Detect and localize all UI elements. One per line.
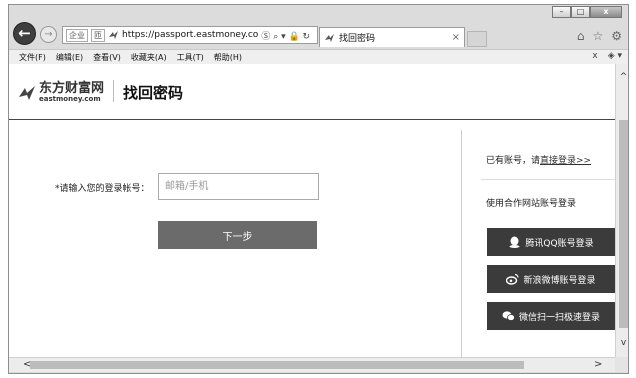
qq-login-label: 腾讯QQ账号登录 [525,238,594,249]
navigation-bar: ← → 企业 匝 https://passport.eastmoney.co Ⓢ… [9,19,628,49]
vertical-scrollbar[interactable]: ^ v [615,64,628,357]
address-bar[interactable]: 企业 匝 https://passport.eastmoney.co Ⓢ ⌕ ▾… [62,26,318,44]
sidebar-separator [481,179,615,180]
minimize-button[interactable]: – [552,6,571,18]
back-button[interactable]: ← [13,22,36,45]
scroll-corner [615,357,628,372]
tab-close-icon[interactable]: × [452,32,460,43]
compat-view-icon[interactable]: 匝 [91,28,105,42]
settings-gear-icon[interactable]: ⚙ [611,29,622,43]
wechat-icon [502,311,515,321]
close-window-button[interactable]: x [590,6,622,18]
home-icon[interactable]: ⌂ [577,29,585,43]
site-logo[interactable]: 东方财富网 eastmoney.com [18,82,104,103]
wechat-login-button[interactable]: 微信扫一扫极速登录 [487,302,615,330]
vertical-scroll-thumb[interactable] [619,120,628,328]
page-header: 东方财富网 eastmoney.com 找回密码 [9,64,615,120]
tab-favicon-icon [325,33,334,42]
close-menu-icon[interactable]: x [592,51,597,61]
browser-window: – □ x ← → 企业 匝 https://passport.eastmone… [8,4,629,374]
scroll-down-icon[interactable]: v [616,338,628,348]
scroll-right-icon[interactable]: > [594,358,602,372]
have-account-text: 已有账号，请直接登录>> [486,153,591,166]
window-controls: – □ x [552,6,622,18]
logo-domain: eastmoney.com [39,95,101,103]
weibo-icon [506,273,520,285]
logo-mark-icon [19,85,35,100]
favorites-icon[interactable]: ☆ [592,29,603,43]
compat-badge[interactable]: 企业 [66,28,88,42]
site-favicon-icon [109,31,118,39]
scroll-up-icon[interactable]: ^ [616,72,628,82]
page-title: 找回密码 [123,84,184,102]
address-url[interactable]: https://passport.eastmoney.co [122,30,258,40]
menu-file[interactable]: 文件(F) [19,52,46,63]
menu-edit[interactable]: 编辑(E) [56,52,83,63]
account-input[interactable] [158,173,319,200]
menu-help[interactable]: 帮助(H) [214,52,242,63]
weibo-login-label: 新浪微博账号登录 [523,275,596,286]
horizontal-scrollbar[interactable]: < > [9,357,615,372]
menu-tools[interactable]: 工具(T) [177,52,204,63]
title-bar: – □ x [9,5,628,19]
logo-name: 东方财富网 [39,81,105,96]
page-content: 东方财富网 eastmoney.com 找回密码 *请输入您的登录帐号： 下一步… [9,64,615,357]
address-actions[interactable]: Ⓢ ⌕ ▾ 🔒 ↻ [261,29,310,42]
maximize-button[interactable]: □ [571,6,590,18]
new-tab-button[interactable] [467,31,487,47]
wechat-login-label: 微信扫一扫极速登录 [518,312,600,323]
horizontal-scroll-thumb[interactable] [30,361,524,369]
direct-login-link[interactable]: 直接登录>> [540,156,591,166]
menu-view[interactable]: 查看(V) [93,52,121,63]
tab-title: 找回密码 [339,34,376,44]
browser-toolbar-icons: ⌂ ☆ ⚙ [577,29,622,43]
account-label: *请输入您的登录帐号： [55,184,150,194]
weibo-login-button[interactable]: 新浪微博账号登录 [487,265,615,293]
forward-button[interactable]: → [40,26,57,43]
tab-active[interactable]: 找回密码 × [319,27,465,47]
menu-bar-right: x ◈ ▾ [592,51,622,61]
qq-login-button[interactable]: 腾讯QQ账号登录 [487,228,615,256]
translate-icon[interactable]: ◈ ▾ [608,51,622,61]
partner-login-heading: 使用合作网站账号登录 [486,199,577,209]
menu-favorites[interactable]: 收藏夹(A) [131,52,167,63]
have-account-label: 已有账号，请 [486,156,541,166]
next-step-button[interactable]: 下一步 [158,221,317,249]
qq-icon [509,236,520,248]
menu-bar: 文件(F) 编辑(E) 查看(V) 收藏夹(A) 工具(T) 帮助(H) x ◈… [9,49,628,64]
sidebar-divider [461,130,462,357]
header-divider [113,80,114,102]
